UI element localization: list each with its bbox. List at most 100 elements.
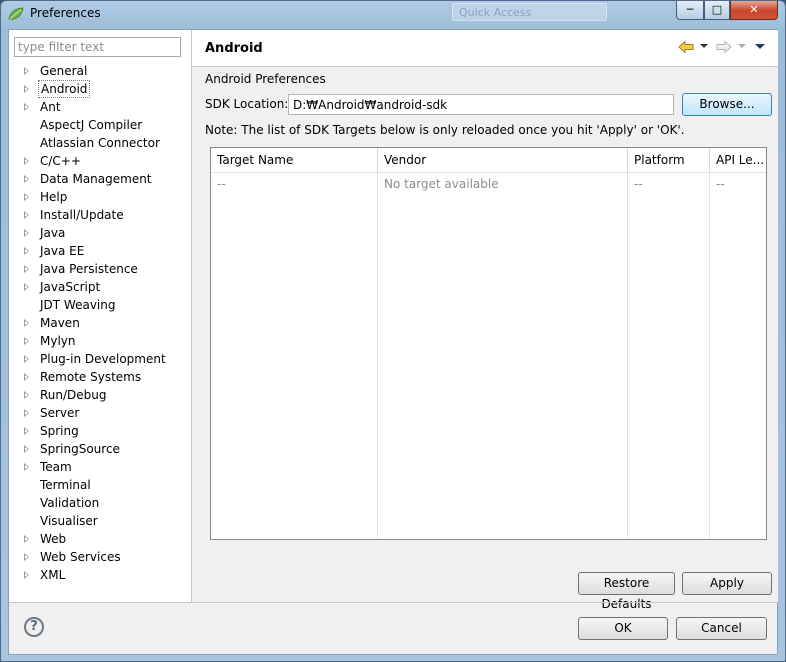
tree-item[interactable]: JDT Weaving [22, 296, 187, 314]
tree-item-label: Java [40, 226, 66, 240]
tree-item[interactable]: Java EE [22, 242, 187, 260]
tree-item-label: Plug-in Development [40, 352, 166, 366]
expand-arrow-icon[interactable] [24, 553, 29, 561]
apply-button[interactable]: Apply [682, 572, 772, 595]
spring-leaf-icon [8, 7, 24, 20]
expand-arrow-icon[interactable] [24, 337, 29, 345]
tree-item[interactable]: Team [22, 458, 187, 476]
filter-input[interactable] [14, 37, 181, 57]
quick-access-field[interactable]: Quick Access [452, 3, 607, 21]
expand-arrow-icon[interactable] [24, 247, 29, 255]
tree-item[interactable]: Help [22, 188, 187, 206]
table-cell-vendor[interactable]: No target available [378, 175, 627, 193]
column-header-target-name[interactable]: Target Name [211, 148, 378, 172]
tree-item[interactable]: Atlassian Connector [22, 134, 187, 152]
tree-item[interactable]: Web [22, 530, 187, 548]
tree-item[interactable]: Plug-in Development [22, 350, 187, 368]
column-divider [709, 172, 710, 539]
table-cell-api-level[interactable]: -- [710, 175, 766, 193]
tree-item-label: JDT Weaving [40, 298, 116, 312]
tree-item[interactable]: SpringSource [22, 440, 187, 458]
sdk-location-input[interactable] [288, 94, 674, 115]
expand-arrow-icon[interactable] [24, 535, 29, 543]
tree-item[interactable]: Maven [22, 314, 187, 332]
tree-item-label: SpringSource [40, 442, 120, 456]
tree-item[interactable]: C/C++ [22, 152, 187, 170]
expand-arrow-icon[interactable] [24, 175, 29, 183]
expand-arrow-icon[interactable] [24, 571, 29, 579]
ok-button[interactable]: OK [578, 617, 668, 640]
tree-item[interactable]: Remote Systems [22, 368, 187, 386]
expand-arrow-icon[interactable] [24, 229, 29, 237]
tree-item[interactable]: Java Persistence [22, 260, 187, 278]
expand-arrow-icon[interactable] [24, 463, 29, 471]
tree-item[interactable]: Android [22, 80, 187, 98]
expand-arrow-icon[interactable] [24, 445, 29, 453]
back-arrow-icon[interactable] [678, 40, 694, 54]
tree-item-label: Terminal [40, 478, 91, 492]
cancel-button[interactable]: Cancel [676, 617, 767, 640]
tree-item[interactable]: Mylyn [22, 332, 187, 350]
tree-item[interactable]: Ant [22, 98, 187, 116]
expand-arrow-icon[interactable] [24, 211, 29, 219]
expand-arrow-icon[interactable] [24, 67, 29, 75]
tree-item[interactable]: Visualiser [22, 512, 187, 530]
minimize-button[interactable]: ─ [676, 1, 704, 20]
tree-item[interactable]: Spring [22, 422, 187, 440]
table-cell-target-name[interactable]: -- [211, 175, 377, 193]
restore-defaults-button[interactable]: Restore Defaults [578, 572, 675, 611]
tree-item[interactable]: Validation [22, 494, 187, 512]
expand-arrow-icon[interactable] [24, 157, 29, 165]
tree-item-label: Ant [40, 100, 61, 114]
tree-item[interactable]: Install/Update [22, 206, 187, 224]
tree-item[interactable]: AspectJ Compiler [22, 116, 187, 134]
tree-item[interactable]: General [22, 62, 187, 80]
tree-item[interactable]: Web Services [22, 548, 187, 566]
tree-item-label: Android [38, 80, 91, 98]
expand-arrow-icon[interactable] [24, 391, 29, 399]
column-header-vendor[interactable]: Vendor [378, 148, 628, 172]
column-header-api-level[interactable]: API Le... [710, 148, 766, 172]
browse-button[interactable]: Browse... [682, 93, 772, 116]
table-cell-platform[interactable]: -- [628, 175, 709, 193]
section-label: Android Preferences [205, 72, 326, 86]
back-history-dropdown-icon[interactable] [700, 44, 708, 48]
tree-item-label: Remote Systems [40, 370, 142, 384]
tree-item-label: Visualiser [40, 514, 98, 528]
maximize-button[interactable]: □ [704, 1, 730, 20]
title-bar[interactable]: Preferences Quick Access ─ □ ✕ [0, 0, 786, 28]
column-divider [627, 172, 628, 539]
help-icon[interactable]: ? [24, 617, 44, 637]
tree-item-label: Data Management [40, 172, 152, 186]
view-menu-icon[interactable] [755, 44, 765, 49]
header-divider-line [211, 172, 766, 173]
tree-item[interactable]: Data Management [22, 170, 187, 188]
tree-item-label: Java Persistence [40, 262, 138, 276]
forward-arrow-icon[interactable] [716, 40, 732, 54]
expand-arrow-icon[interactable] [24, 265, 29, 273]
tree-item[interactable]: Run/Debug [22, 386, 187, 404]
page-title: Android [205, 41, 263, 56]
expand-arrow-icon[interactable] [24, 427, 29, 435]
tree-item[interactable]: Server [22, 404, 187, 422]
expand-arrow-icon[interactable] [24, 85, 29, 93]
expand-arrow-icon[interactable] [24, 103, 29, 111]
header-divider [192, 66, 778, 67]
expand-arrow-icon[interactable] [24, 409, 29, 417]
expand-arrow-icon[interactable] [24, 319, 29, 327]
tree-item-label: Atlassian Connector [40, 136, 160, 150]
tree-item[interactable]: JavaScript [22, 278, 187, 296]
forward-history-dropdown-icon[interactable] [738, 44, 746, 48]
tree-item-label: Mylyn [40, 334, 76, 348]
tree-item-label: General [40, 64, 88, 78]
column-header-platform[interactable]: Platform [628, 148, 710, 172]
expand-arrow-icon[interactable] [24, 355, 29, 363]
tree-item[interactable]: Java [22, 224, 187, 242]
expand-arrow-icon[interactable] [24, 283, 29, 291]
expand-arrow-icon[interactable] [24, 193, 29, 201]
expand-arrow-icon[interactable] [24, 373, 29, 381]
tree-item[interactable]: XML [22, 566, 187, 584]
close-button[interactable]: ✕ [730, 1, 778, 20]
sdk-targets-table[interactable]: Target Name Vendor Platform API Le... --… [210, 147, 767, 540]
tree-item[interactable]: Terminal [22, 476, 187, 494]
